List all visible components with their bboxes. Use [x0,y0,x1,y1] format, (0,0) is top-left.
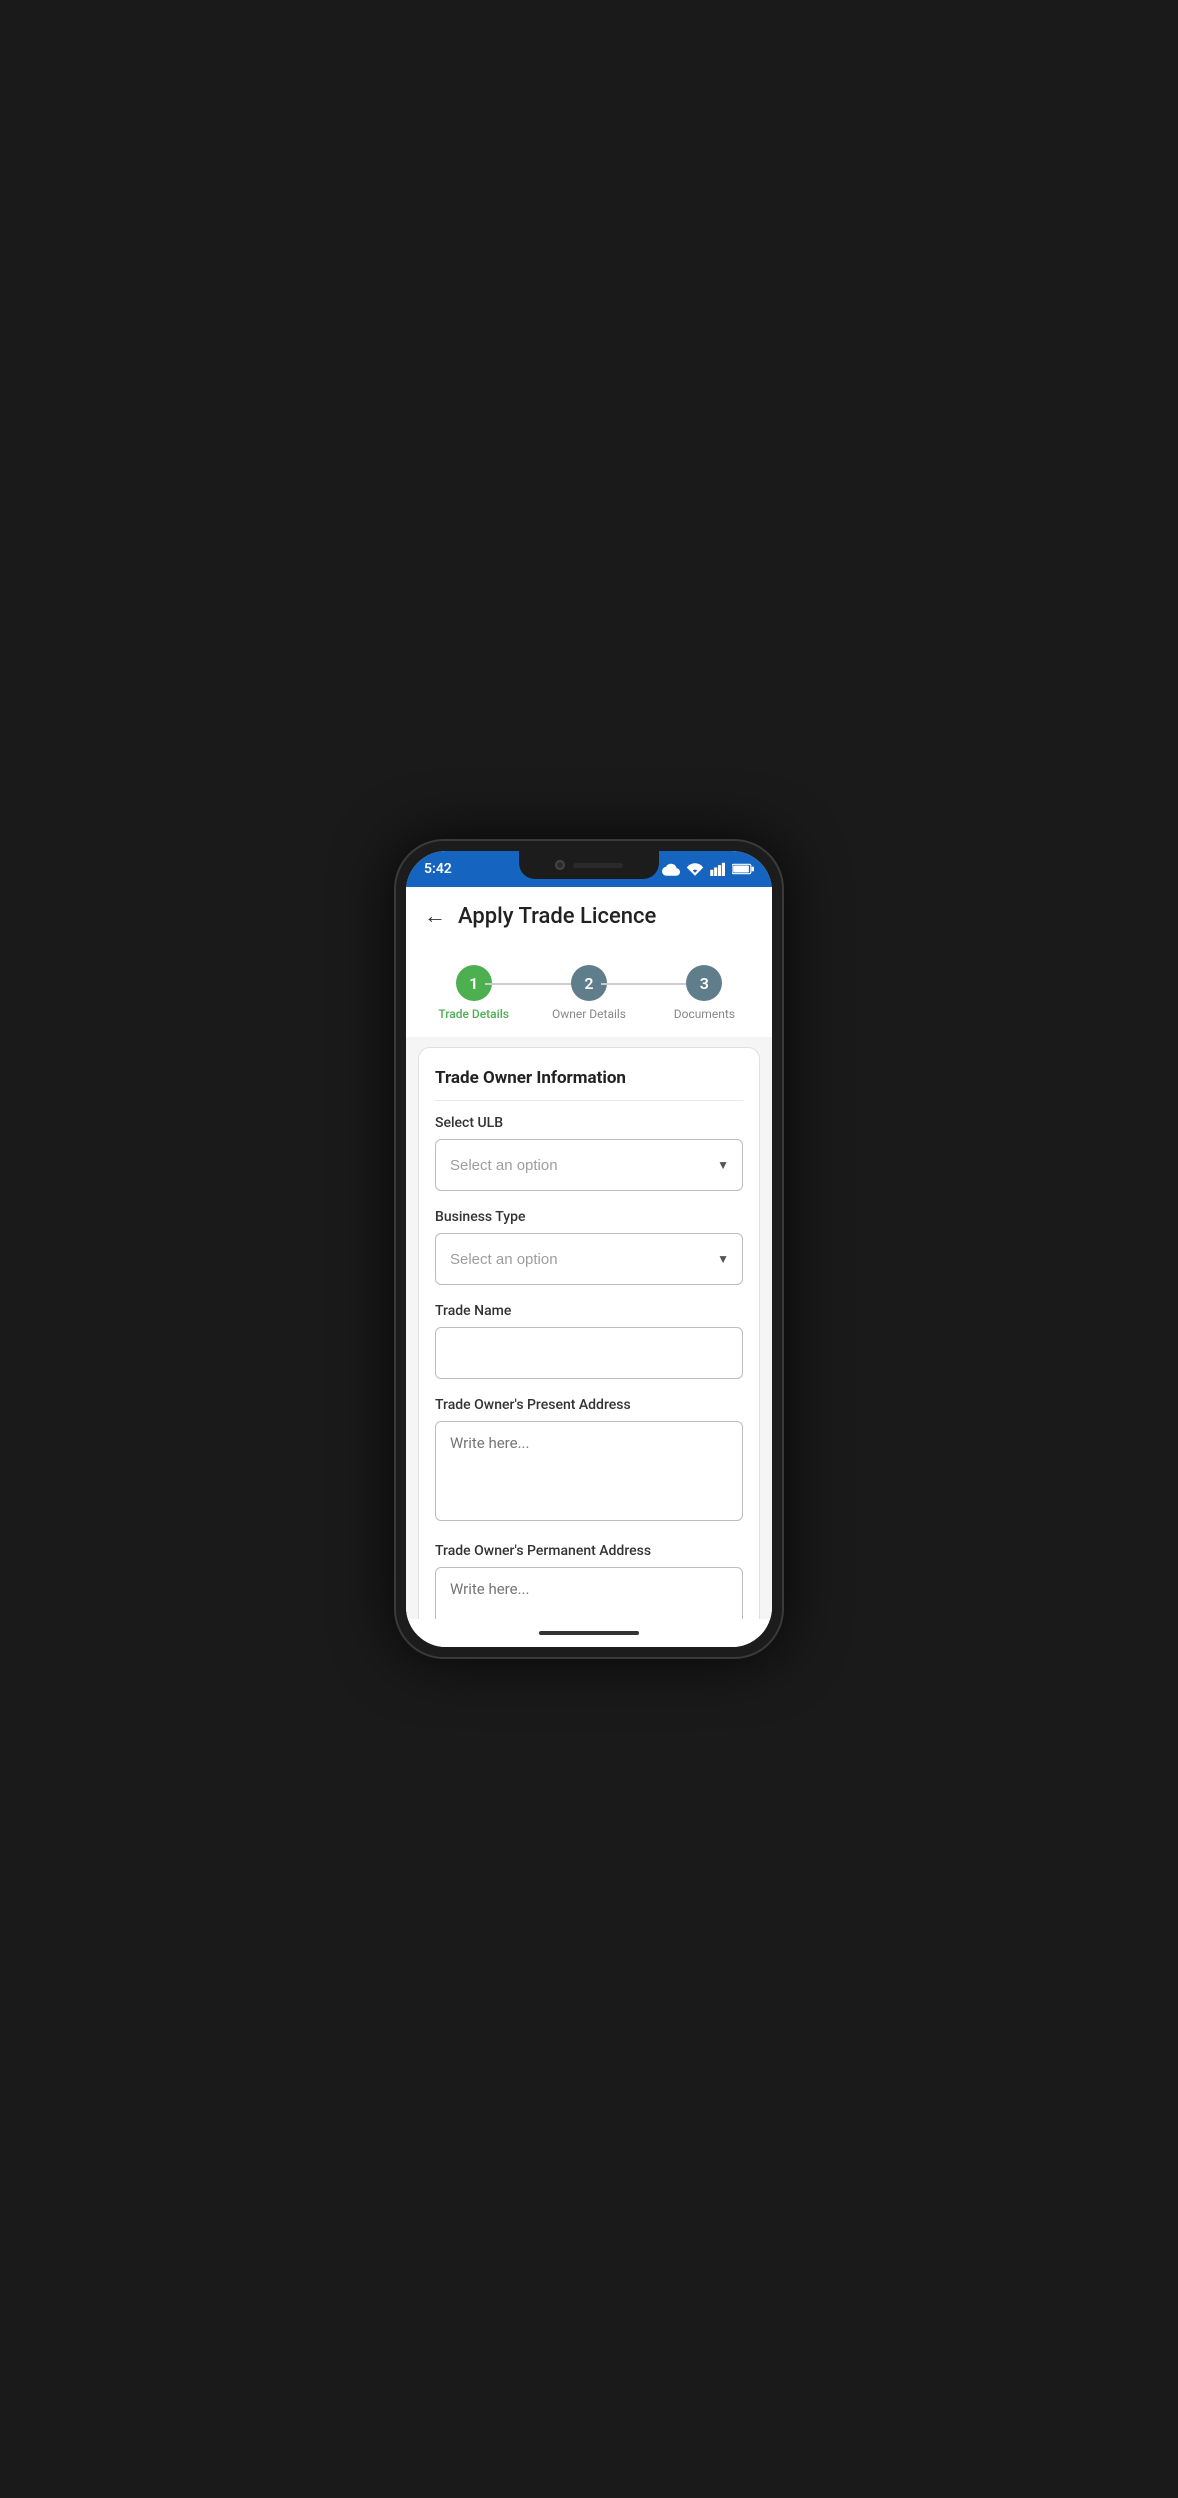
business-type-input[interactable]: Select an option [435,1233,743,1285]
trade-owner-section: Trade Owner Information Select ULB Selec… [418,1047,760,1619]
business-type-wrapper: Select an option ▼ [435,1233,743,1285]
present-address-label: Trade Owner's Present Address [435,1397,743,1413]
page-title: Apply Trade Licence [458,904,656,929]
home-bar [539,1631,639,1635]
status-time: 5:42 [424,861,452,877]
notch [519,851,659,879]
step-2-circle: 2 [571,965,607,1001]
signal-icon [710,862,726,876]
step-3[interactable]: 3 Documents [647,965,762,1021]
step-3-circle: 3 [686,965,722,1001]
select-ulb-input[interactable]: Select an option [435,1139,743,1191]
present-address-input[interactable] [435,1421,743,1521]
back-button[interactable]: ← [424,903,446,929]
permanent-address-label: Trade Owner's Permanent Address [435,1543,743,1559]
step-1-circle: 1 [456,965,492,1001]
step-2[interactable]: 2 Owner Details [531,965,646,1021]
battery-icon [732,863,754,875]
select-ulb-label: Select ULB [435,1115,743,1131]
business-type-group: Business Type Select an option ▼ [435,1209,743,1285]
business-type-label: Business Type [435,1209,743,1225]
home-indicator [406,1619,772,1647]
app-header: ← Apply Trade Licence [406,887,772,945]
permanent-address-input[interactable] [435,1567,743,1619]
select-ulb-wrapper: Select an option ▼ [435,1139,743,1191]
permanent-address-group: Trade Owner's Permanent Address [435,1543,743,1619]
select-ulb-group: Select ULB Select an option ▼ [435,1115,743,1191]
step-1-label: Trade Details [438,1007,509,1021]
app-content: ← Apply Trade Licence 1 Trade Details 2 … [406,887,772,1619]
trade-name-label: Trade Name [435,1303,743,1319]
trade-name-group: Trade Name [435,1303,743,1379]
trade-name-input[interactable] [435,1327,743,1379]
cloud-icon [662,862,680,876]
phone-frame: 5:42 [394,839,784,1659]
trade-owner-section-title: Trade Owner Information [435,1068,743,1101]
step-indicator: 1 Trade Details 2 Owner Details 3 Docume… [406,945,772,1037]
wifi-icon [686,862,704,876]
status-icons [662,862,754,876]
notch-speaker [573,863,623,868]
notch-camera [555,860,565,870]
step-3-label: Documents [674,1007,735,1021]
present-address-group: Trade Owner's Present Address [435,1397,743,1525]
phone-screen: 5:42 [406,851,772,1647]
step-2-label: Owner Details [552,1007,626,1021]
step-1[interactable]: 1 Trade Details [416,965,531,1021]
